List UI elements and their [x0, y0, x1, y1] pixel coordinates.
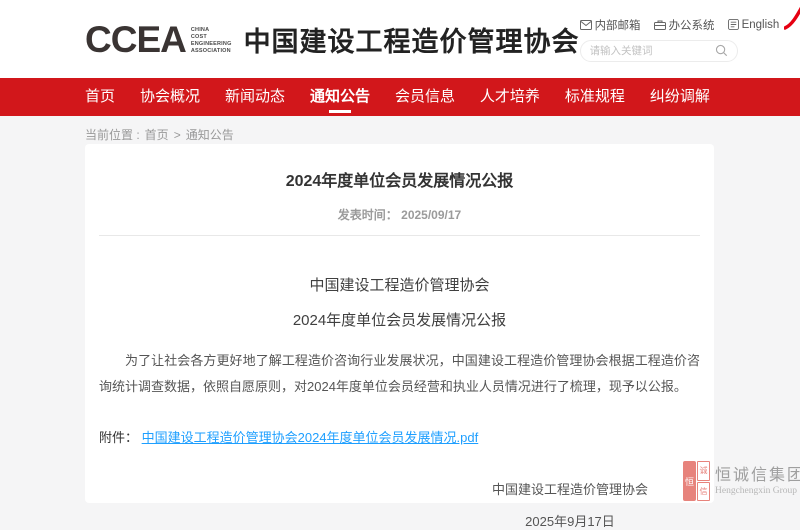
breadcrumb-prefix: 当前位置 : — [85, 126, 140, 143]
site-header: CCEA CHINA COST ENGINEERING ASSOCIATION … — [0, 0, 800, 78]
signature-org: 中国建设工程造价管理协会 — [492, 479, 648, 498]
signature-block: 中国建设工程造价管理协会 2025年9月17日 — [492, 479, 648, 530]
title-divider — [99, 235, 700, 236]
attachment-label: 附件： — [99, 430, 138, 445]
quick-links: 内部邮箱 办公系统 English — [580, 17, 738, 33]
nav-item-mediation[interactable]: 纠纷调解 — [650, 78, 710, 116]
logo-subtext: CHINA COST ENGINEERING ASSOCIATION — [191, 27, 232, 56]
english-link[interactable]: English — [728, 19, 780, 31]
globe-icon — [728, 19, 739, 30]
doc-heading-org: 中国建设工程造价管理协会 — [99, 274, 700, 295]
search-input[interactable] — [590, 45, 715, 57]
doc-heading-title: 2024年度单位会员发展情况公报 — [99, 309, 700, 330]
breadcrumb: 当前位置 : 首页 > 通知公告 — [0, 116, 800, 143]
nav-item-members[interactable]: 会员信息 — [395, 78, 455, 116]
attachment-row: 附件： 中国建设工程造价管理协会2024年度单位会员发展情况.pdf — [99, 427, 700, 446]
signature-date: 2025年9月17日 — [492, 511, 648, 530]
article-paragraph: 为了让社会各方更好地了解工程造价咨询行业发展状况，中国建设工程造价管理协会根据工… — [99, 348, 700, 400]
header-utilities: 内部邮箱 办公系统 English — [580, 17, 738, 62]
article-card: 2024年度单位会员发展情况公报 发表时间： 2025/09/17 中国建设工程… — [85, 144, 714, 503]
seal-icon: 恒 诚 信 — [683, 461, 710, 501]
breadcrumb-home[interactable]: 首页 — [145, 126, 169, 143]
logo-acronym: CCEA — [85, 21, 186, 58]
watermark-name-en: Hengchengxin Group — [715, 486, 800, 496]
publish-time: 发表时间： 2025/09/17 — [99, 206, 700, 223]
site-title: 中国建设工程造价管理协会 — [244, 20, 580, 59]
nav-item-training[interactable]: 人才培养 — [480, 78, 540, 116]
nav-item-notices[interactable]: 通知公告 — [310, 78, 370, 116]
logo-swoosh-icon — [784, 4, 800, 30]
nav-item-standards[interactable]: 标准规程 — [565, 78, 625, 116]
article-title: 2024年度单位会员发展情况公报 — [99, 144, 700, 191]
search-box[interactable] — [580, 40, 738, 62]
search-icon[interactable] — [715, 44, 728, 57]
watermark-name: 恒诚信集团 — [715, 466, 800, 485]
briefcase-icon — [654, 20, 666, 30]
breadcrumb-separator: > — [174, 128, 181, 142]
attachment-pdf-link[interactable]: 中国建设工程造价管理协会2024年度单位会员发展情况.pdf — [142, 430, 479, 445]
nav-item-about[interactable]: 协会概况 — [140, 78, 200, 116]
main-nav: 首页 协会概况 新闻动态 通知公告 会员信息 人才培养 标准规程 纠纷调解 — [0, 78, 800, 116]
site-logo[interactable]: CCEA CHINA COST ENGINEERING ASSOCIATION … — [85, 20, 580, 59]
mail-icon — [580, 20, 592, 30]
nav-item-news[interactable]: 新闻动态 — [225, 78, 285, 116]
hengchengxin-watermark: 恒 诚 信 恒诚信集团 Hengchengxin Group — [683, 461, 800, 501]
breadcrumb-current[interactable]: 通知公告 — [186, 126, 234, 143]
internal-mail-link[interactable]: 内部邮箱 — [580, 17, 641, 33]
office-system-link[interactable]: 办公系统 — [654, 17, 715, 33]
nav-item-home[interactable]: 首页 — [85, 78, 115, 116]
